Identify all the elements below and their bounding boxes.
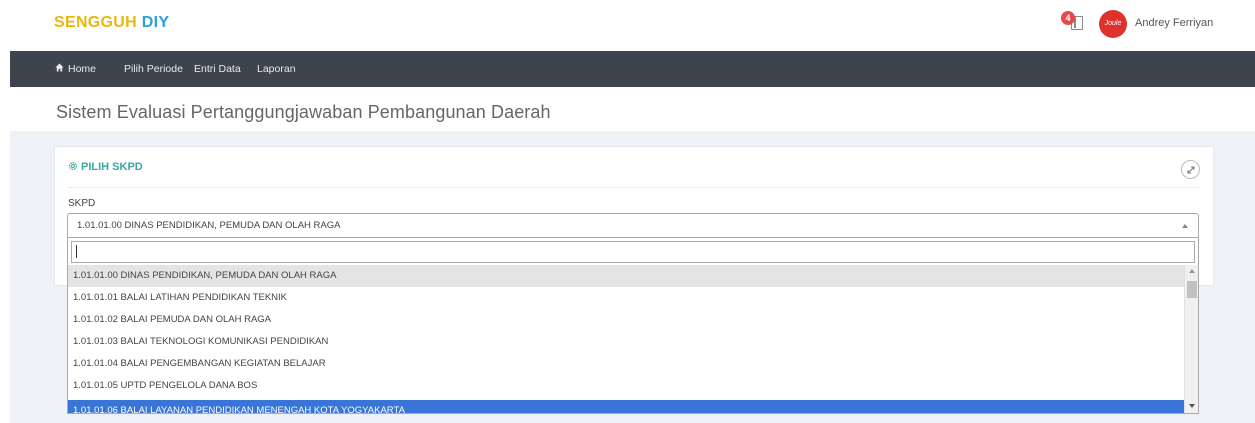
- dropdown-search-input[interactable]: [71, 241, 1195, 263]
- list-item[interactable]: 1.01.01.00 DINAS PENDIDIKAN, PEMUDA DAN …: [68, 265, 1184, 287]
- top-header: SENGGUH DIY 4 Joule Andrey Ferriyan: [0, 0, 1255, 50]
- avatar[interactable]: Joule: [1099, 10, 1127, 38]
- expand-icon: [1187, 166, 1195, 174]
- notification-badge: 4: [1061, 11, 1075, 25]
- list-item[interactable]: 1.01.01.01 BALAI LATIHAN PENDIDIKAN TEKN…: [68, 287, 1184, 309]
- skpd-label: SKPD: [68, 198, 96, 209]
- nav-item-pilih-periode[interactable]: Pilih Periode: [124, 63, 183, 75]
- list-item[interactable]: 1.01.01.06 BALAI LAYANAN PENDIDIKAN MENE…: [68, 400, 1184, 413]
- main-nav: Home Pilih Periode Entri Data Laporan: [10, 51, 1255, 87]
- skpd-select[interactable]: 1.01.01.00 DINAS PENDIDIKAN, PEMUDA DAN …: [67, 213, 1199, 238]
- brand-logo[interactable]: SENGGUH DIY: [54, 14, 169, 32]
- gear-icon: [68, 161, 78, 171]
- panel-title: PILIH SKPD: [68, 161, 143, 173]
- list-item[interactable]: 1.01.01.03 BALAI TEKNOLOGI KOMUNIKASI PE…: [68, 331, 1184, 353]
- nav-item-home[interactable]: Home: [55, 63, 96, 75]
- panel-title-text: PILIH SKPD: [81, 161, 143, 173]
- panel-divider: [68, 187, 1200, 188]
- notifications-button[interactable]: 4: [1061, 11, 1085, 35]
- list-item[interactable]: 1.01.01.04 BALAI PENGEMBANGAN KEGIATAN B…: [68, 353, 1184, 375]
- brand-part2: DIY: [141, 14, 170, 31]
- list-item[interactable]: 1.01.01.05 UPTD PENGELOLA DANA BOS: [68, 375, 1184, 397]
- nav-item-label: Home: [68, 63, 97, 75]
- text-caret: [76, 245, 77, 258]
- skpd-dropdown: 1.01.01.00 DINAS PENDIDIKAN, PEMUDA DAN …: [67, 238, 1199, 414]
- nav-item-entri-data[interactable]: Entri Data: [194, 63, 241, 75]
- home-icon: [55, 63, 64, 72]
- scroll-up-icon[interactable]: [1189, 269, 1195, 273]
- dropdown-scrollbar[interactable]: [1184, 265, 1198, 413]
- skpd-selected-value: 1.01.01.00 DINAS PENDIDIKAN, PEMUDA DAN …: [77, 220, 341, 231]
- chevron-up-icon: [1182, 224, 1188, 228]
- list-item[interactable]: 1.01.01.02 BALAI PEMUDA DAN OLAH RAGA: [68, 309, 1184, 331]
- scroll-down-icon[interactable]: [1189, 404, 1195, 408]
- scrollbar-thumb[interactable]: [1187, 281, 1197, 298]
- brand-part1: SENGGUH: [54, 14, 137, 31]
- page-title: Sistem Evaluasi Pertanggungjawaban Pemba…: [56, 102, 551, 122]
- options-list: 1.01.01.00 DINAS PENDIDIKAN, PEMUDA DAN …: [68, 265, 1184, 413]
- user-name[interactable]: Andrey Ferriyan: [1135, 17, 1213, 29]
- nav-item-laporan[interactable]: Laporan: [257, 63, 296, 75]
- expand-button[interactable]: [1181, 160, 1200, 179]
